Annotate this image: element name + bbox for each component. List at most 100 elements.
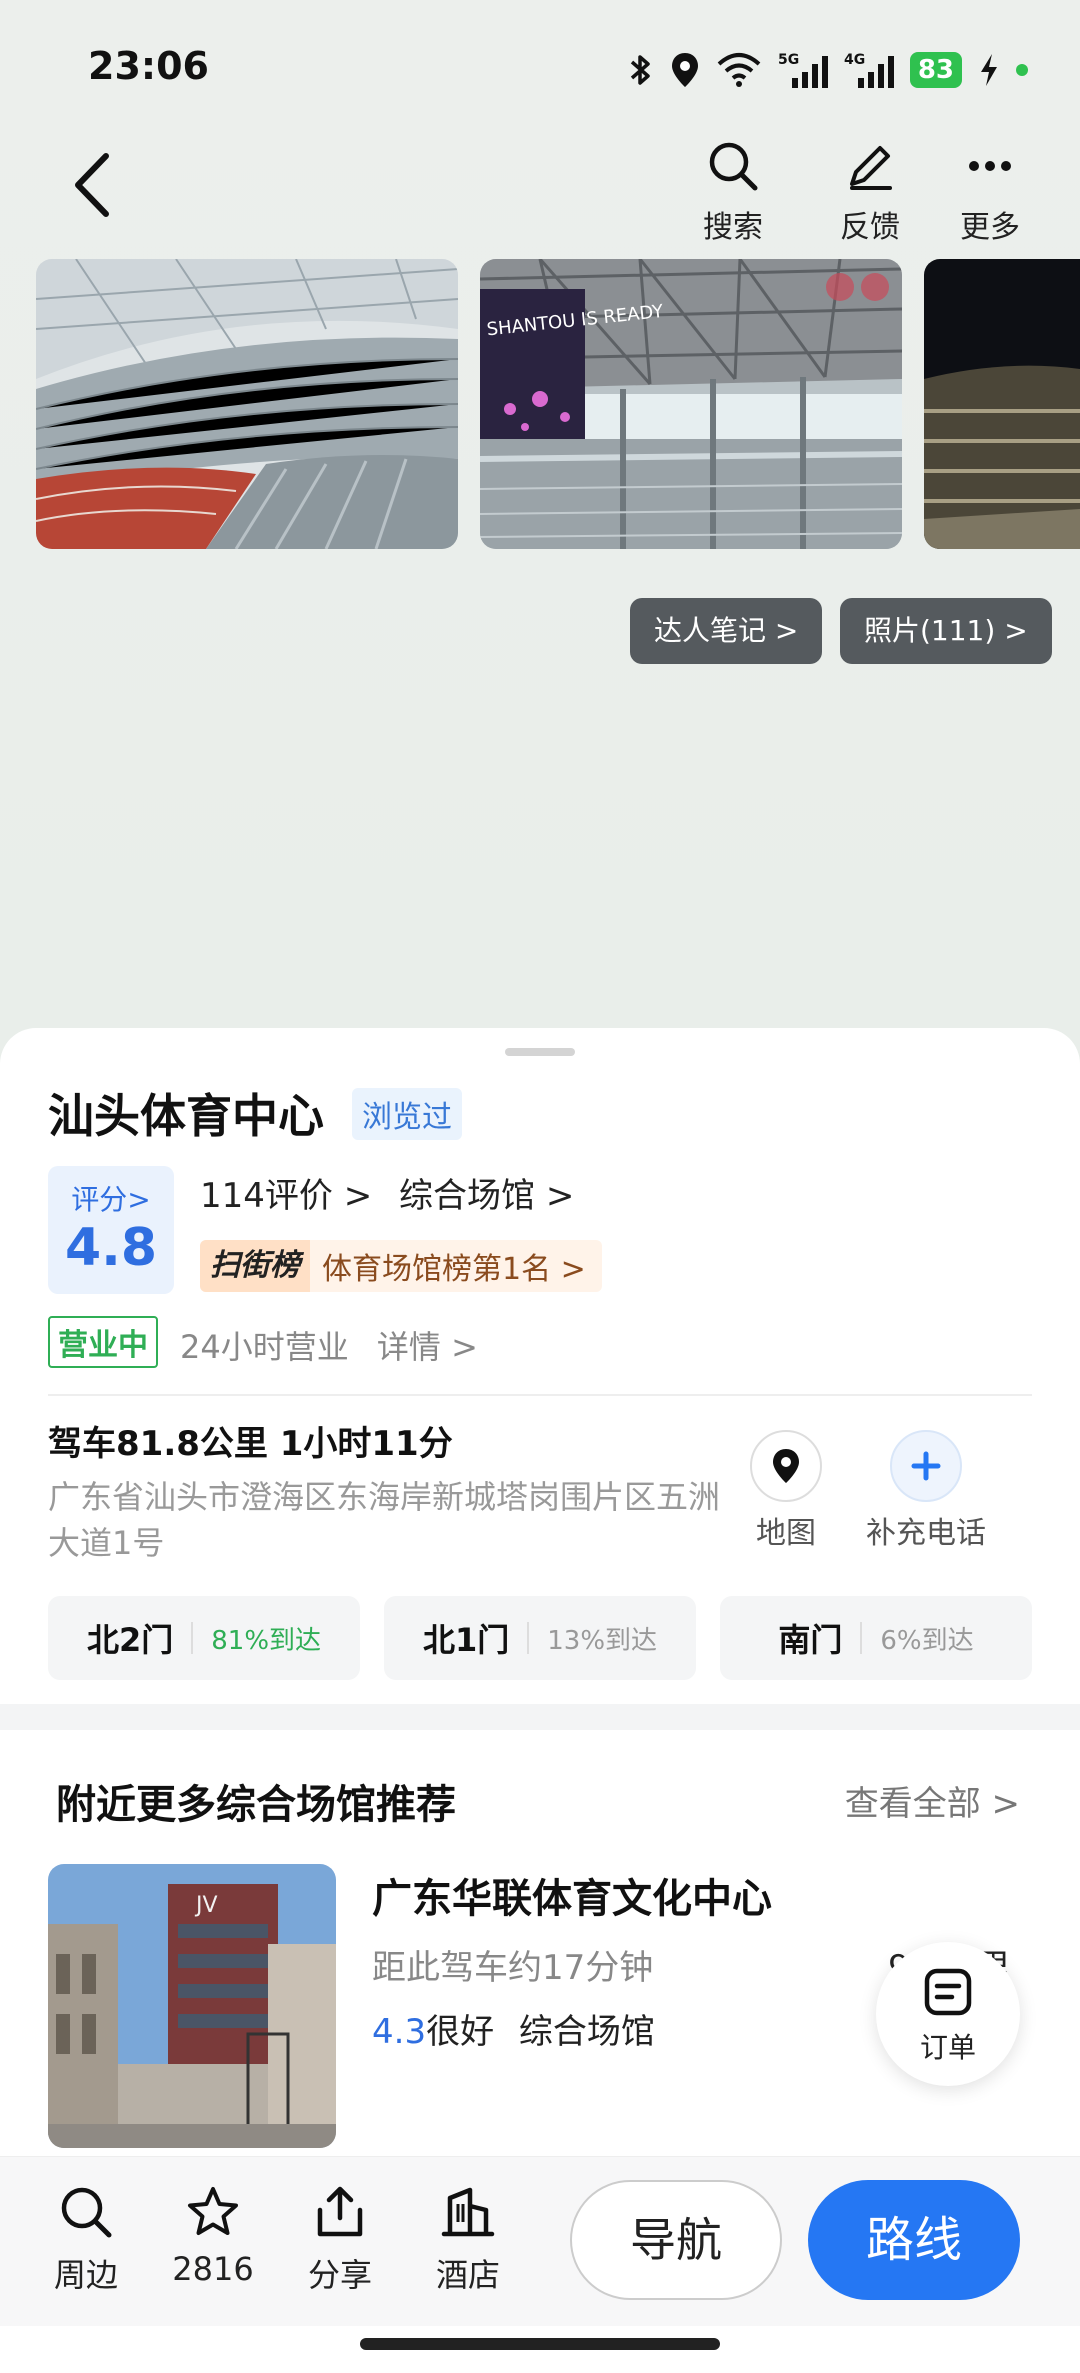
search-icon xyxy=(709,142,758,191)
order-float-button[interactable]: 订单 xyxy=(876,1942,1020,2086)
search-label: 搜索 xyxy=(703,210,763,245)
back-button[interactable] xyxy=(68,150,118,220)
gate-separator xyxy=(191,1622,194,1654)
gate-percent: 13%到达 xyxy=(547,1625,658,1656)
gate-percent: 6%到达 xyxy=(880,1625,974,1656)
route-button[interactable]: 路线 xyxy=(808,2180,1020,2300)
favorite-button[interactable]: 2816 xyxy=(163,2184,263,2288)
nearby-venue-image[interactable]: JV xyxy=(48,1864,336,2148)
gate-percent: 81%到达 xyxy=(211,1625,322,1656)
wifi-icon xyxy=(717,53,761,87)
favorite-count: 2816 xyxy=(172,2250,254,2288)
category-link[interactable]: 综合场馆 > xyxy=(399,1176,574,1216)
share-button[interactable]: 分享 xyxy=(290,2184,390,2296)
feedback-label: 反馈 xyxy=(840,210,900,245)
location-pin-icon xyxy=(773,1449,799,1483)
battery-indicator: 83 xyxy=(909,52,962,88)
charging-icon xyxy=(981,54,997,86)
search-button[interactable]: 搜索 xyxy=(683,140,783,246)
star-icon xyxy=(188,2187,238,2235)
status-time: 23:06 xyxy=(88,44,209,88)
bluetooth-icon xyxy=(630,55,650,85)
nearby-venue-drive-time: 距此驾车约17分钟 xyxy=(372,1948,654,1988)
gallery-photo-1[interactable] xyxy=(36,259,458,549)
privacy-dot xyxy=(1016,64,1028,76)
nearby-venue-rating: 4.3很好 综合场馆 xyxy=(372,2004,655,2053)
hours-row: 24小时营业 详情 > xyxy=(180,1322,478,1368)
more-button[interactable]: 更多 xyxy=(940,140,1040,246)
gate-north2[interactable]: 北2门 81%到达 xyxy=(48,1596,360,1680)
gate-north1[interactable]: 北1门 13%到达 xyxy=(384,1596,696,1680)
stadium-photo-2: SHANTOU IS READY xyxy=(480,259,902,549)
add-phone-circle xyxy=(890,1430,962,1502)
gate-name: 北2门 xyxy=(86,1621,174,1659)
gallery-photo-3[interactable] xyxy=(924,259,1080,549)
score-box[interactable]: 评分> 4.8 xyxy=(48,1166,174,1294)
nearby-venue-name[interactable]: 广东华联体育文化中心 xyxy=(372,1866,772,1924)
svg-text:JV: JV xyxy=(194,1893,218,1918)
map-circle xyxy=(750,1430,822,1502)
place-meta: 114评价 > 综合场馆 > xyxy=(200,1168,574,1217)
edit-icon xyxy=(850,146,892,190)
nearby-rating-text: 很好 xyxy=(426,2012,495,2052)
nearby-venue-category: 综合场馆 xyxy=(518,2012,655,2052)
svg-text:4G: 4G xyxy=(844,52,865,68)
nearby-tab-label: 周边 xyxy=(53,2256,118,2294)
hotel-label: 酒店 xyxy=(435,2256,500,2294)
add-phone-button[interactable] xyxy=(890,1430,962,1502)
nearby-tab[interactable]: 周边 xyxy=(36,2184,136,2296)
hours-details-link[interactable]: 详情 > xyxy=(377,1328,478,1366)
photos-chip[interactable]: 照片(111) > xyxy=(840,598,1052,664)
gate-name: 北1门 xyxy=(422,1621,510,1659)
see-all-link[interactable]: 查看全部 > xyxy=(845,1776,1020,1825)
score-value: 4.8 xyxy=(64,1218,158,1278)
chevron-left-icon xyxy=(75,153,109,217)
order-label: 订单 xyxy=(919,2031,976,2064)
gate-separator xyxy=(860,1622,863,1654)
section-separator xyxy=(0,1704,1080,1730)
map-button[interactable] xyxy=(750,1430,822,1502)
stadium-photo-3 xyxy=(924,259,1080,549)
stadium-photo-1 xyxy=(36,259,458,549)
drive-info: 驾车81.8公里 1小时11分 xyxy=(48,1424,453,1464)
search-icon xyxy=(61,2187,112,2238)
more-icon xyxy=(969,161,1011,171)
signal-4g-icon: 4G xyxy=(844,52,894,88)
browsed-badge: 浏览过 xyxy=(352,1088,462,1140)
home-indicator[interactable] xyxy=(360,2338,720,2350)
rank-badge[interactable]: 扫街榜 体育场馆榜第1名 > xyxy=(200,1240,602,1292)
hours-text: 24小时营业 xyxy=(180,1328,349,1366)
share-label: 分享 xyxy=(307,2256,372,2294)
rank-text: 体育场馆榜第1名 > xyxy=(322,1252,586,1287)
nearby-section-title: 附近更多综合场馆推荐 xyxy=(56,1782,456,1828)
share-icon xyxy=(317,2186,363,2237)
hotel-icon xyxy=(441,2187,495,2237)
nearby-rating-score: 4.3 xyxy=(372,2012,427,2052)
place-title: 汕头体育中心 xyxy=(48,1089,324,1143)
venue-photo: JV xyxy=(48,1864,336,2148)
location-icon xyxy=(671,53,698,87)
expert-notes-chip[interactable]: 达人笔记 > xyxy=(630,598,823,664)
gate-south[interactable]: 南门 6%到达 xyxy=(720,1596,1032,1680)
navigate-button[interactable]: 导航 xyxy=(570,2180,782,2300)
score-label: 评分> xyxy=(71,1183,151,1216)
status-icons: 5G 4G 83 xyxy=(628,48,1028,92)
gate-separator xyxy=(527,1622,530,1654)
feedback-button[interactable]: 反馈 xyxy=(820,140,920,246)
signal-5g-icon: 5G xyxy=(778,52,828,88)
reviews-link[interactable]: 114评价 > xyxy=(200,1176,372,1216)
sheet-drag-handle[interactable] xyxy=(505,1048,575,1056)
open-status-badge: 营业中 xyxy=(48,1316,158,1368)
address-text: 广东省汕头市澄海区东海岸新城塔岗围片区五洲大道1号 xyxy=(48,1478,721,1562)
more-label: 更多 xyxy=(960,210,1020,245)
gate-name: 南门 xyxy=(778,1621,843,1659)
gallery-photo-2[interactable]: SHANTOU IS READY xyxy=(480,259,902,549)
hotel-button[interactable]: 酒店 xyxy=(418,2184,518,2296)
map-label: 地图 xyxy=(756,1516,816,1551)
rank-tag: 扫街榜 xyxy=(200,1240,310,1292)
add-phone-label: 补充电话 xyxy=(866,1516,986,1551)
order-icon xyxy=(924,1968,972,2016)
divider xyxy=(48,1394,1032,1396)
svg-text:5G: 5G xyxy=(778,52,799,68)
plus-icon xyxy=(911,1451,941,1481)
